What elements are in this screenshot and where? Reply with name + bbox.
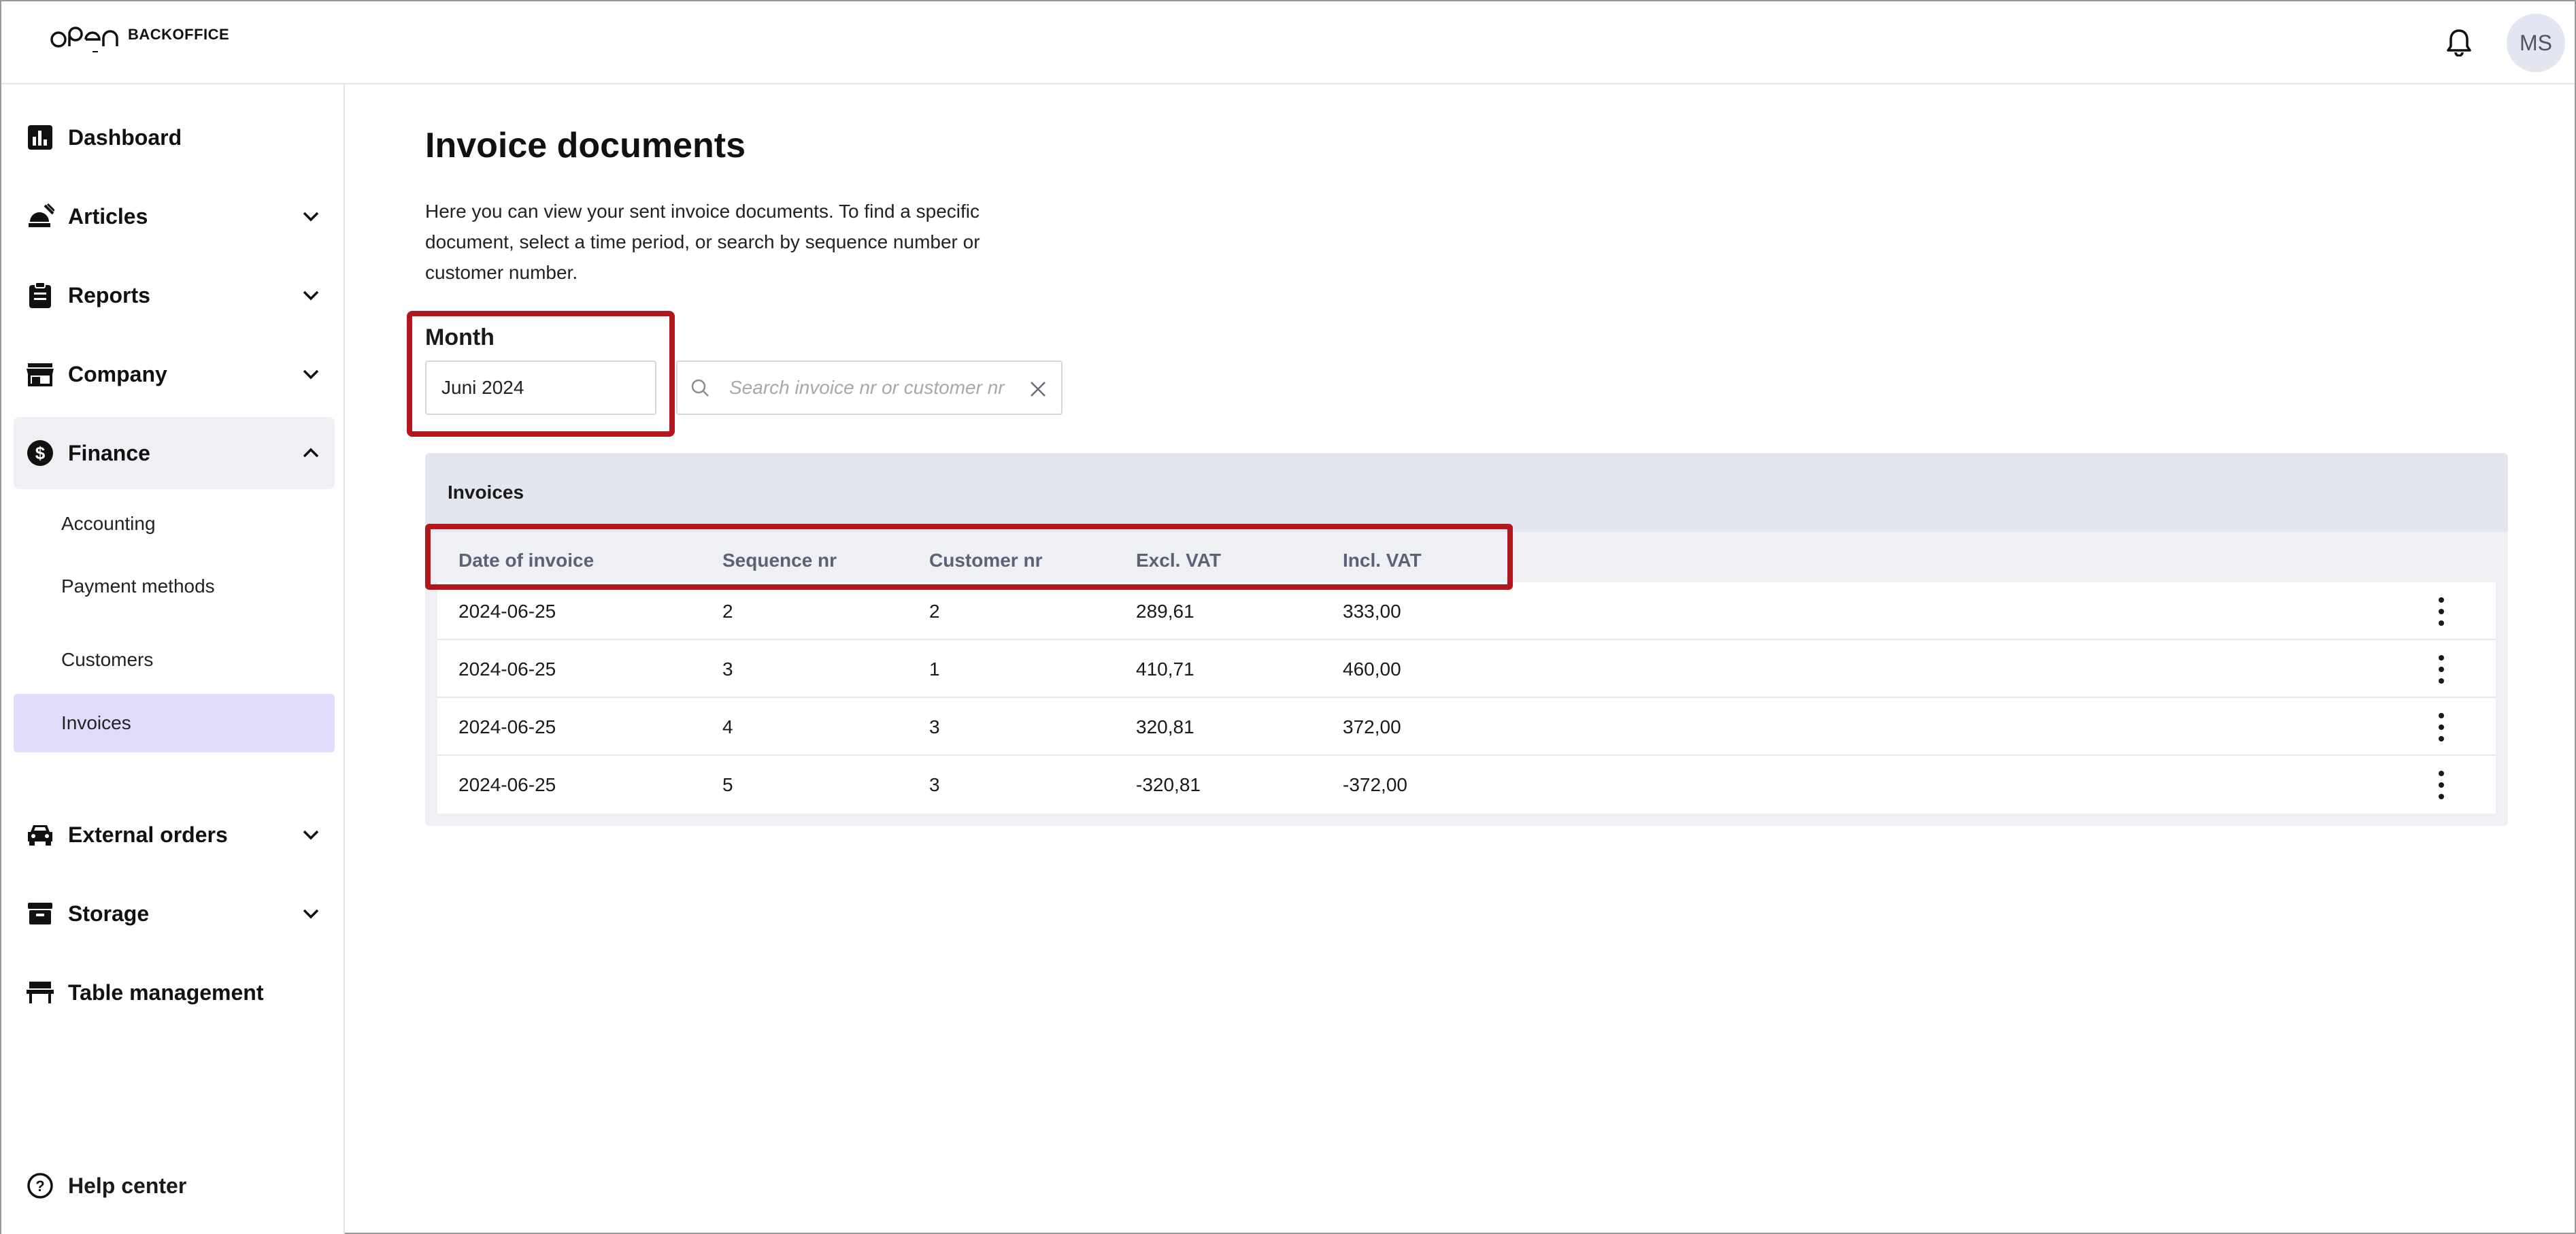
top-bar: BACKOFFICE MS xyxy=(1,1,2575,84)
cell-incl-vat: 333,00 xyxy=(1343,601,1401,622)
column-header-customer[interactable]: Customer nr xyxy=(929,550,1042,571)
cell-incl-vat: 460,00 xyxy=(1343,658,1401,680)
cell-incl-vat: 372,00 xyxy=(1343,716,1401,737)
invoices-panel-title: Invoices xyxy=(448,482,524,503)
cell-date: 2024-06-25 xyxy=(458,716,556,737)
clipboard-icon xyxy=(26,281,54,310)
sidebar-item-dashboard[interactable]: Dashboard xyxy=(14,101,335,173)
sidebar-subitem-accounting[interactable]: Accounting xyxy=(14,495,335,553)
sidebar: Dashboard Articles Reports Company $ Fin… xyxy=(1,84,345,1234)
cell-incl-vat: -372,00 xyxy=(1343,774,1407,795)
sidebar-item-label: Storage xyxy=(68,901,150,926)
clear-icon[interactable] xyxy=(1027,378,1049,400)
search-icon xyxy=(690,378,717,398)
column-header-incl-vat[interactable]: Incl. VAT xyxy=(1343,550,1422,571)
chevron-down-icon xyxy=(303,290,319,301)
car-icon xyxy=(26,820,54,849)
svg-text:$: $ xyxy=(35,443,46,463)
row-menu-icon[interactable] xyxy=(2435,713,2448,741)
sidebar-subitem-payment-methods[interactable]: Payment methods xyxy=(14,557,335,616)
sidebar-item-articles[interactable]: Articles xyxy=(14,180,335,252)
cell-sequence: 2 xyxy=(722,601,733,622)
user-avatar[interactable]: MS xyxy=(2507,14,2565,72)
chevron-down-icon xyxy=(303,909,319,919)
logo-subtitle: BACKOFFICE xyxy=(128,26,230,43)
search-field[interactable] xyxy=(676,361,1063,415)
cell-sequence: 4 xyxy=(722,716,733,737)
sidebar-subitem-invoices[interactable]: Invoices xyxy=(14,694,335,752)
notification-bell-icon[interactable] xyxy=(2442,24,2476,60)
cell-excl-vat: 410,71 xyxy=(1136,658,1194,680)
sidebar-item-label: Dashboard xyxy=(68,124,182,150)
chevron-down-icon xyxy=(303,369,319,380)
table-header-row: Date of invoice Sequence nr Customer nr … xyxy=(425,532,2508,586)
archive-icon xyxy=(26,899,54,928)
sidebar-item-storage[interactable]: Storage xyxy=(14,878,335,950)
sidebar-item-label: Finance xyxy=(68,440,150,465)
sidebar-item-external-orders[interactable]: External orders xyxy=(14,799,335,871)
cell-date: 2024-06-25 xyxy=(458,658,556,680)
chevron-down-icon xyxy=(303,830,319,840)
column-header-sequence[interactable]: Sequence nr xyxy=(722,550,837,571)
search-input[interactable] xyxy=(729,377,1028,399)
cell-sequence: 5 xyxy=(722,774,733,795)
sidebar-item-label: Articles xyxy=(68,203,148,229)
page-title: Invoice documents xyxy=(425,126,746,165)
sidebar-item-finance[interactable]: $ Finance xyxy=(14,417,335,489)
page-description: Here you can view your sent invoice docu… xyxy=(425,201,980,283)
row-menu-icon[interactable] xyxy=(2435,771,2448,799)
help-center-link[interactable]: ? Help center xyxy=(14,1155,335,1216)
logo-mark-icon xyxy=(50,27,118,52)
invoice-rows: 2024-06-25 2 2 289,61 333,00 2024-06-25 … xyxy=(437,582,2496,814)
month-highlight-box xyxy=(407,311,675,437)
cell-excl-vat: -320,81 xyxy=(1136,774,1201,795)
sidebar-item-label: Reports xyxy=(68,282,150,307)
help-center-label: Help center xyxy=(68,1173,187,1198)
sidebar-item-reports[interactable]: Reports xyxy=(14,259,335,331)
invoices-panel-header: Invoices xyxy=(425,453,2508,532)
sidebar-item-label: External orders xyxy=(68,822,228,847)
table-icon xyxy=(26,978,54,1007)
cell-date: 2024-06-25 xyxy=(458,601,556,622)
sidebar-item-label: Company xyxy=(68,361,167,386)
table-row[interactable]: 2024-06-25 2 2 289,61 333,00 xyxy=(437,582,2496,640)
cell-sequence: 3 xyxy=(722,658,733,680)
column-header-excl-vat[interactable]: Excl. VAT xyxy=(1136,550,1221,571)
cell-date: 2024-06-25 xyxy=(458,774,556,795)
column-header-date[interactable]: Date of invoice xyxy=(458,550,594,571)
sidebar-item-company[interactable]: Company xyxy=(14,338,335,410)
sidebar-item-table-management[interactable]: Table management xyxy=(14,956,335,1029)
cell-customer: 2 xyxy=(929,601,940,622)
sidebar-subitem-customers[interactable]: Customers xyxy=(14,631,335,689)
svg-text:?: ? xyxy=(35,1178,44,1195)
chevron-up-icon xyxy=(303,448,319,458)
store-icon xyxy=(26,360,54,388)
row-menu-icon[interactable] xyxy=(2435,597,2448,626)
sidebar-item-label: Table management xyxy=(68,980,264,1005)
invoices-panel: Invoices Date of invoice Sequence nr Cus… xyxy=(425,453,2508,826)
table-row[interactable]: 2024-06-25 5 3 -320,81 -372,00 xyxy=(437,756,2496,814)
cell-customer: 3 xyxy=(929,774,940,795)
dollar-icon: $ xyxy=(26,439,54,467)
bar-chart-icon xyxy=(26,123,54,152)
help-circle-icon: ? xyxy=(26,1171,54,1200)
table-row[interactable]: 2024-06-25 4 3 320,81 372,00 xyxy=(437,698,2496,756)
cell-excl-vat: 289,61 xyxy=(1136,601,1194,622)
app-logo[interactable]: BACKOFFICE xyxy=(50,22,229,63)
chevron-down-icon xyxy=(303,212,319,222)
cell-customer: 1 xyxy=(929,658,940,680)
table-row[interactable]: 2024-06-25 3 1 410,71 460,00 xyxy=(437,640,2496,698)
food-icon xyxy=(26,202,54,231)
cell-excl-vat: 320,81 xyxy=(1136,716,1194,737)
row-menu-icon[interactable] xyxy=(2435,655,2448,684)
cell-customer: 3 xyxy=(929,716,940,737)
